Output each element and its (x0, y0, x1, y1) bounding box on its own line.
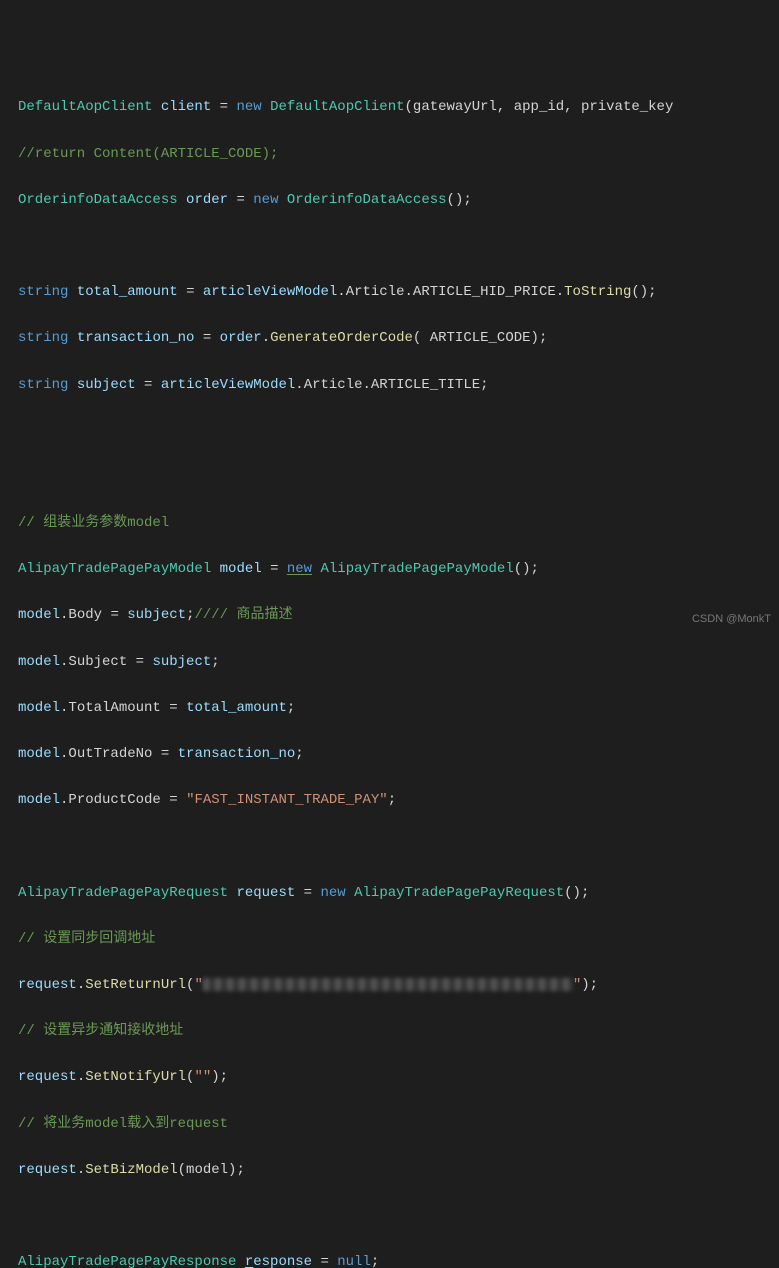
code-editor: DefaultAopClient client = new DefaultAop… (18, 96, 779, 1268)
code-line (18, 420, 779, 443)
comment-token: //return Content(ARTICLE_CODE); (18, 146, 278, 162)
type-token: DefaultAopClient (18, 99, 152, 115)
code-line: // 设置同步回调地址 (18, 928, 779, 951)
code-line: AlipayTradePagePayRequest request = new … (18, 882, 779, 905)
code-line: request.SetNotifyUrl(""); (18, 1066, 779, 1089)
code-line: DefaultAopClient client = new DefaultAop… (18, 96, 779, 119)
watermark: CSDN @MonkT (692, 610, 771, 628)
comment-token: // 组装业务参数model (18, 515, 169, 531)
code-line: string subject = articleViewModel.Articl… (18, 374, 779, 397)
code-line (18, 235, 779, 258)
code-line: //return Content(ARTICLE_CODE); (18, 143, 779, 166)
code-line: // 组装业务参数model (18, 512, 779, 535)
variable-token: client (161, 99, 211, 115)
code-line: string total_amount = articleViewModel.A… (18, 281, 779, 304)
code-line: AlipayTradePagePayModel model = new Alip… (18, 558, 779, 581)
code-line: // 将业务model载入到request (18, 1113, 779, 1136)
code-line: AlipayTradePagePayResponse response = nu… (18, 1251, 779, 1268)
code-line: string transaction_no = order.GenerateOr… (18, 327, 779, 350)
redacted-url (203, 978, 573, 991)
code-line: model.Body = subject;//// 商品描述 (18, 604, 779, 627)
code-line: // 设置异步通知接收地址 (18, 1020, 779, 1043)
code-line: model.Subject = subject; (18, 651, 779, 674)
code-line: model.ProductCode = "FAST_INSTANT_TRADE_… (18, 789, 779, 812)
code-line: request.SetBizModel(model); (18, 1159, 779, 1182)
code-line: model.TotalAmount = total_amount; (18, 697, 779, 720)
code-line: model.OutTradeNo = transaction_no; (18, 743, 779, 766)
code-line (18, 835, 779, 858)
code-line (18, 1205, 779, 1228)
code-line (18, 466, 779, 489)
code-line: OrderinfoDataAccess order = new Orderinf… (18, 189, 779, 212)
code-line: request.SetReturnUrl(""); (18, 974, 779, 997)
